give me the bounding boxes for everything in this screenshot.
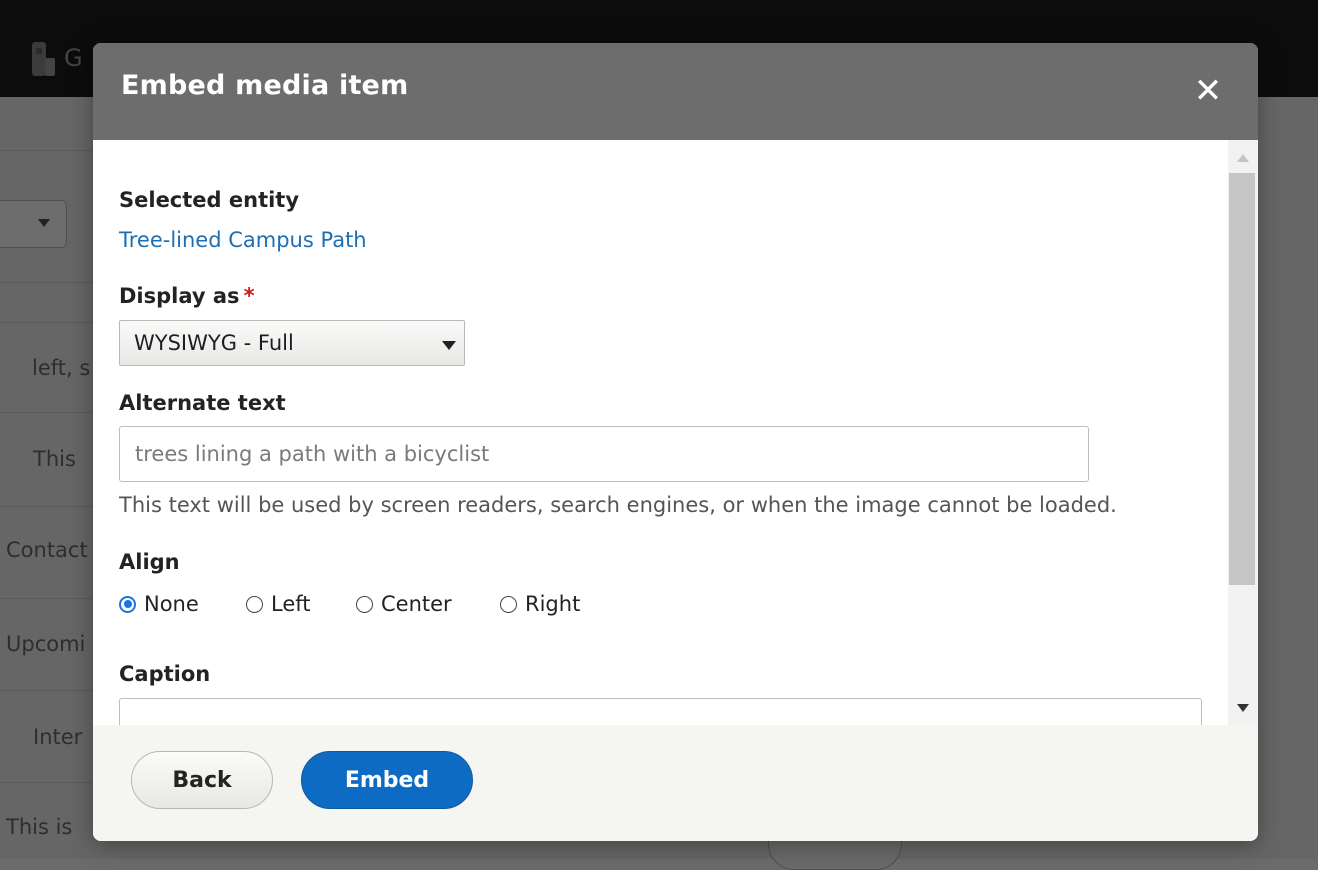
close-icon[interactable]: ✕ — [1185, 71, 1231, 111]
scroll-down-icon[interactable] — [1237, 704, 1249, 712]
background-divider — [0, 412, 100, 413]
background-row-text: Inter — [33, 725, 83, 749]
background-select — [0, 200, 67, 248]
alternate-text-value: trees lining a path with a bicyclist — [135, 442, 490, 466]
dialog-title: Embed media item — [121, 70, 409, 101]
dialog-footer: Back Embed — [93, 725, 1258, 841]
background-row-text: Upcomi — [6, 632, 86, 656]
radio-unchecked-icon[interactable] — [246, 595, 263, 613]
alternate-text-help: This text will be used by screen readers… — [119, 493, 1117, 517]
display-as-label-text: Display as — [119, 284, 240, 308]
selected-entity-label: Selected entity — [119, 188, 300, 212]
background-toolbar-text: G — [64, 44, 83, 72]
background-row-text: Contact — [6, 538, 88, 562]
background-row-text: left, s — [32, 356, 91, 380]
align-option-label: Center — [381, 592, 452, 616]
radio-unchecked-icon[interactable] — [500, 595, 517, 613]
background-divider — [0, 690, 100, 691]
dialog-content: Selected entity Tree-lined Campus Path D… — [93, 140, 1228, 766]
embed-button[interactable]: Embed — [301, 751, 473, 809]
align-option-label: None — [144, 592, 199, 616]
chevron-down-icon — [442, 341, 456, 350]
embed-media-dialog: Embed media item ✕ Selected entity Tree-… — [93, 43, 1258, 841]
align-option-label: Left — [271, 592, 311, 616]
radio-unchecked-icon[interactable] — [356, 595, 373, 613]
display-as-label: Display as * — [119, 284, 255, 308]
background-divider — [0, 506, 100, 507]
required-marker: * — [243, 284, 255, 308]
align-option-label: Right — [525, 592, 581, 616]
back-button[interactable]: Back — [131, 751, 273, 809]
scroll-up-icon[interactable] — [1237, 154, 1249, 162]
background-divider — [0, 598, 100, 599]
align-option-right[interactable]: Right — [500, 592, 580, 616]
alternate-text-input[interactable]: trees lining a path with a bicyclist — [119, 426, 1089, 482]
background-divider — [0, 282, 100, 283]
background-row-text: This is — [6, 815, 73, 839]
background-divider — [0, 322, 100, 323]
background-row-text: This — [33, 447, 76, 471]
dialog-scrollbar[interactable] — [1228, 140, 1258, 766]
chevron-down-icon — [38, 219, 50, 227]
background-divider — [0, 782, 100, 783]
align-option-none[interactable]: None — [119, 592, 199, 616]
radio-checked-icon[interactable] — [119, 595, 136, 613]
display-as-select[interactable]: WYSIWYG - Full — [119, 320, 465, 366]
dialog-header: Embed media item ✕ — [93, 43, 1258, 140]
align-label: Align — [119, 550, 180, 574]
caption-label: Caption — [119, 662, 211, 686]
selected-entity-link[interactable]: Tree-lined Campus Path — [119, 228, 367, 252]
align-option-center[interactable]: Center — [356, 592, 452, 616]
background-divider — [0, 150, 100, 151]
align-option-left[interactable]: Left — [246, 592, 311, 616]
display-as-value: WYSIWYG - Full — [134, 331, 294, 355]
user-icon — [32, 42, 55, 76]
alternate-text-label: Alternate text — [119, 391, 286, 415]
scrollbar-thumb[interactable] — [1229, 173, 1255, 585]
